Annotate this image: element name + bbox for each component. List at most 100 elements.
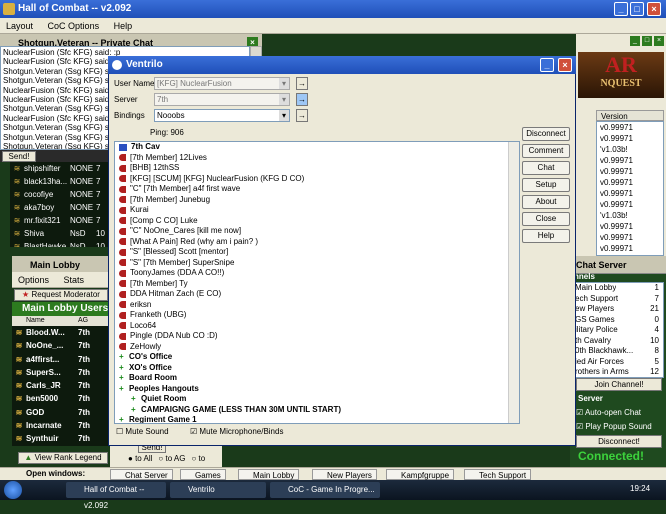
channel-row[interactable]: ied Air Forces 5 (575, 357, 663, 368)
lobby-user-row[interactable]: ≋ GOD 7th (12, 406, 110, 419)
radio-to-ag[interactable]: ○ to AG (158, 454, 185, 463)
channel-row[interactable]: th Cavalry 10 (575, 336, 663, 347)
minimize-icon[interactable]: _ (614, 2, 628, 16)
menu-coc-options[interactable]: CoC Options (48, 21, 100, 31)
channel-row[interactable]: 0th Blackhawk... 8 (575, 346, 663, 357)
radio-to-all[interactable]: ● to All (128, 454, 152, 463)
lobby-user-row[interactable]: ≋ ben5000 7th (12, 392, 110, 405)
bindings-field[interactable]: Nooobs ▾ (154, 109, 290, 122)
tree-channel[interactable]: + Regiment Game 1 (115, 415, 519, 423)
close-button[interactable]: Close (522, 212, 570, 226)
ow-kampfgruppe[interactable]: Kampfgruppe (386, 469, 455, 480)
comment-button[interactable]: Comment (522, 144, 570, 158)
about-button[interactable]: About (522, 195, 570, 209)
col-name[interactable]: Name (12, 316, 78, 326)
auto-open-checkbox[interactable]: ☑ Auto-open Chat (576, 408, 641, 417)
channel-row[interactable]: Main Lobby 1 (575, 283, 663, 294)
main-title-bar[interactable]: Hall of Combat -- v2.092 _ □ × (0, 0, 666, 18)
tree-user[interactable]: Pingle (DDA Nub CO :D) (115, 331, 519, 342)
ow-main-lobby[interactable]: Main Lobby (238, 469, 300, 480)
team-row[interactable]: ≋ cocofiye NONE 7 (10, 188, 110, 201)
username-field[interactable]: [KFG] NuclearFusion ▾ (154, 77, 290, 90)
ow-games[interactable]: Games (180, 469, 226, 480)
ventrilo-title-bar[interactable]: Ventrilo _ × (108, 56, 576, 74)
team-row[interactable]: ≋ black13ha... NONE 7 (10, 175, 110, 188)
tree-user[interactable]: ToonyJames (DDA A CO!!) (115, 268, 519, 279)
lobby-user-row[interactable]: ≋ a4ffirst... 7th (12, 353, 110, 366)
help-button[interactable]: Help (522, 229, 570, 243)
minimize-icon[interactable]: _ (630, 36, 640, 46)
tree-channel[interactable]: + CO's Office (115, 352, 519, 363)
start-orb-icon[interactable] (4, 481, 22, 499)
tree-channel[interactable]: + Peoples Hangouts (115, 384, 519, 395)
lobby-user-row[interactable]: ≋ Synthuir 7th (12, 432, 110, 445)
close-icon[interactable]: × (654, 36, 664, 46)
taskbar-hall-of-combat[interactable]: Hall of Combat -- v2.092 (66, 482, 166, 510)
chevron-down-icon[interactable]: ▾ (279, 94, 289, 105)
tree-channel[interactable]: + Quiet Room (115, 394, 519, 405)
username-edit-button[interactable]: → (296, 77, 308, 90)
chevron-down-icon[interactable]: ▾ (279, 78, 289, 89)
team-row[interactable]: ≋ BlastHawke NsD 10 (10, 240, 110, 247)
setup-button[interactable]: Setup (522, 178, 570, 192)
tree-user[interactable]: [7th Member] Ty (115, 279, 519, 290)
chevron-down-icon[interactable]: ▾ (279, 110, 289, 121)
team-row[interactable]: ≋ Shiva NsD 10 (10, 227, 110, 240)
tree-user[interactable]: eriksn (115, 300, 519, 311)
channel-row[interactable]: GS Games 0 (575, 315, 663, 326)
menu-options[interactable]: Options (18, 275, 49, 285)
maximize-icon[interactable]: □ (630, 2, 644, 16)
team-row[interactable]: ≋ aka7boy NONE 7 (10, 201, 110, 214)
mute-sound-checkbox[interactable]: ☐ Mute Sound (116, 427, 169, 436)
tree-user[interactable]: [7th Member] Junebug (115, 195, 519, 206)
server-edit-button[interactable]: → (296, 93, 308, 106)
lobby-user-row[interactable]: ≋ SuperS... 7th (12, 366, 110, 379)
tree-channel[interactable]: + CAMPAIGNG GAME (LESS THAN 30M UNTIL STA… (115, 405, 519, 416)
tree-user[interactable]: Kurai (115, 205, 519, 216)
channel-row[interactable]: rothers in Arms 12 (575, 367, 663, 377)
ow-chat-server[interactable]: Chat Server (110, 469, 173, 480)
join-channel-button[interactable]: Join Channel! (576, 378, 662, 391)
maximize-icon[interactable]: □ (642, 36, 652, 46)
tree-user[interactable]: ZeHowly (115, 342, 519, 353)
tree-channel[interactable]: + Board Room (115, 373, 519, 384)
close-icon[interactable]: × (647, 2, 661, 16)
taskbar-ventrilo[interactable]: Ventrilo (170, 482, 266, 498)
tree-user[interactable]: "S" [7th Member] SuperSnipe (115, 258, 519, 269)
lobby-user-row[interactable]: ≋ NoOne_... 7th (12, 339, 110, 352)
view-rank-legend-button[interactable]: ▲ View Rank Legend (18, 452, 108, 464)
tree-user[interactable]: "S" [Blessed] Scott [mentor] (115, 247, 519, 258)
channel-row[interactable]: ech Support 7 (575, 294, 663, 305)
tree-user[interactable]: "C" [7th Member] a4f first wave (115, 184, 519, 195)
disconnect-button[interactable]: Disconnect (522, 127, 570, 141)
menu-layout[interactable]: Layout (6, 21, 33, 31)
request-moderator-button[interactable]: ★ Request Moderator (14, 289, 108, 301)
server-field[interactable]: 7th ▾ (154, 93, 290, 106)
tree-user[interactable]: DDA Hitman Zach (E CO) (115, 289, 519, 300)
channel-row[interactable]: ew Players 21 (575, 304, 663, 315)
tree-scrollbar[interactable] (508, 142, 519, 423)
ow-new-players[interactable]: New Players (312, 469, 377, 480)
disconnect-server-button[interactable]: Disconnect! (576, 435, 662, 448)
lobby-user-row[interactable]: ≋ Blood.W... 7th (12, 326, 110, 339)
tree-user[interactable]: [BHB] 12thSS (115, 163, 519, 174)
taskbar-coc-game[interactable]: CoC - Game In Progre... (270, 482, 380, 498)
tree-user[interactable]: [KFG] [SCUM] [KFG] NuclearFusion (KFG D … (115, 174, 519, 185)
ow-tech-support[interactable]: Tech Support (464, 469, 532, 480)
tree-server[interactable]: 7th Cav (115, 142, 519, 153)
team-row[interactable]: ≋ mr.fixit321 NONE 7 (10, 214, 110, 227)
tree-user[interactable]: Franketh (UBG) (115, 310, 519, 321)
close-icon[interactable]: × (558, 58, 572, 72)
menu-help[interactable]: Help (114, 21, 133, 31)
chat-button[interactable]: Chat (522, 161, 570, 175)
private-send-button[interactable]: Send! (2, 151, 36, 162)
lobby-user-row[interactable]: ≋ Carls_JR 7th (12, 379, 110, 392)
radio-to[interactable]: ○ to (191, 454, 205, 463)
team-row[interactable]: ≋ shipshifter NONE 7 (10, 162, 110, 175)
tree-user[interactable]: [7th Member] 12Lives (115, 153, 519, 164)
col-ag[interactable]: AG (78, 316, 88, 326)
channel-row[interactable]: ilitary Police 4 (575, 325, 663, 336)
tree-channel[interactable]: + XO's Office (115, 363, 519, 374)
minimize-icon[interactable]: _ (540, 58, 554, 72)
tree-user[interactable]: [Comp C CO] Luke (115, 216, 519, 227)
